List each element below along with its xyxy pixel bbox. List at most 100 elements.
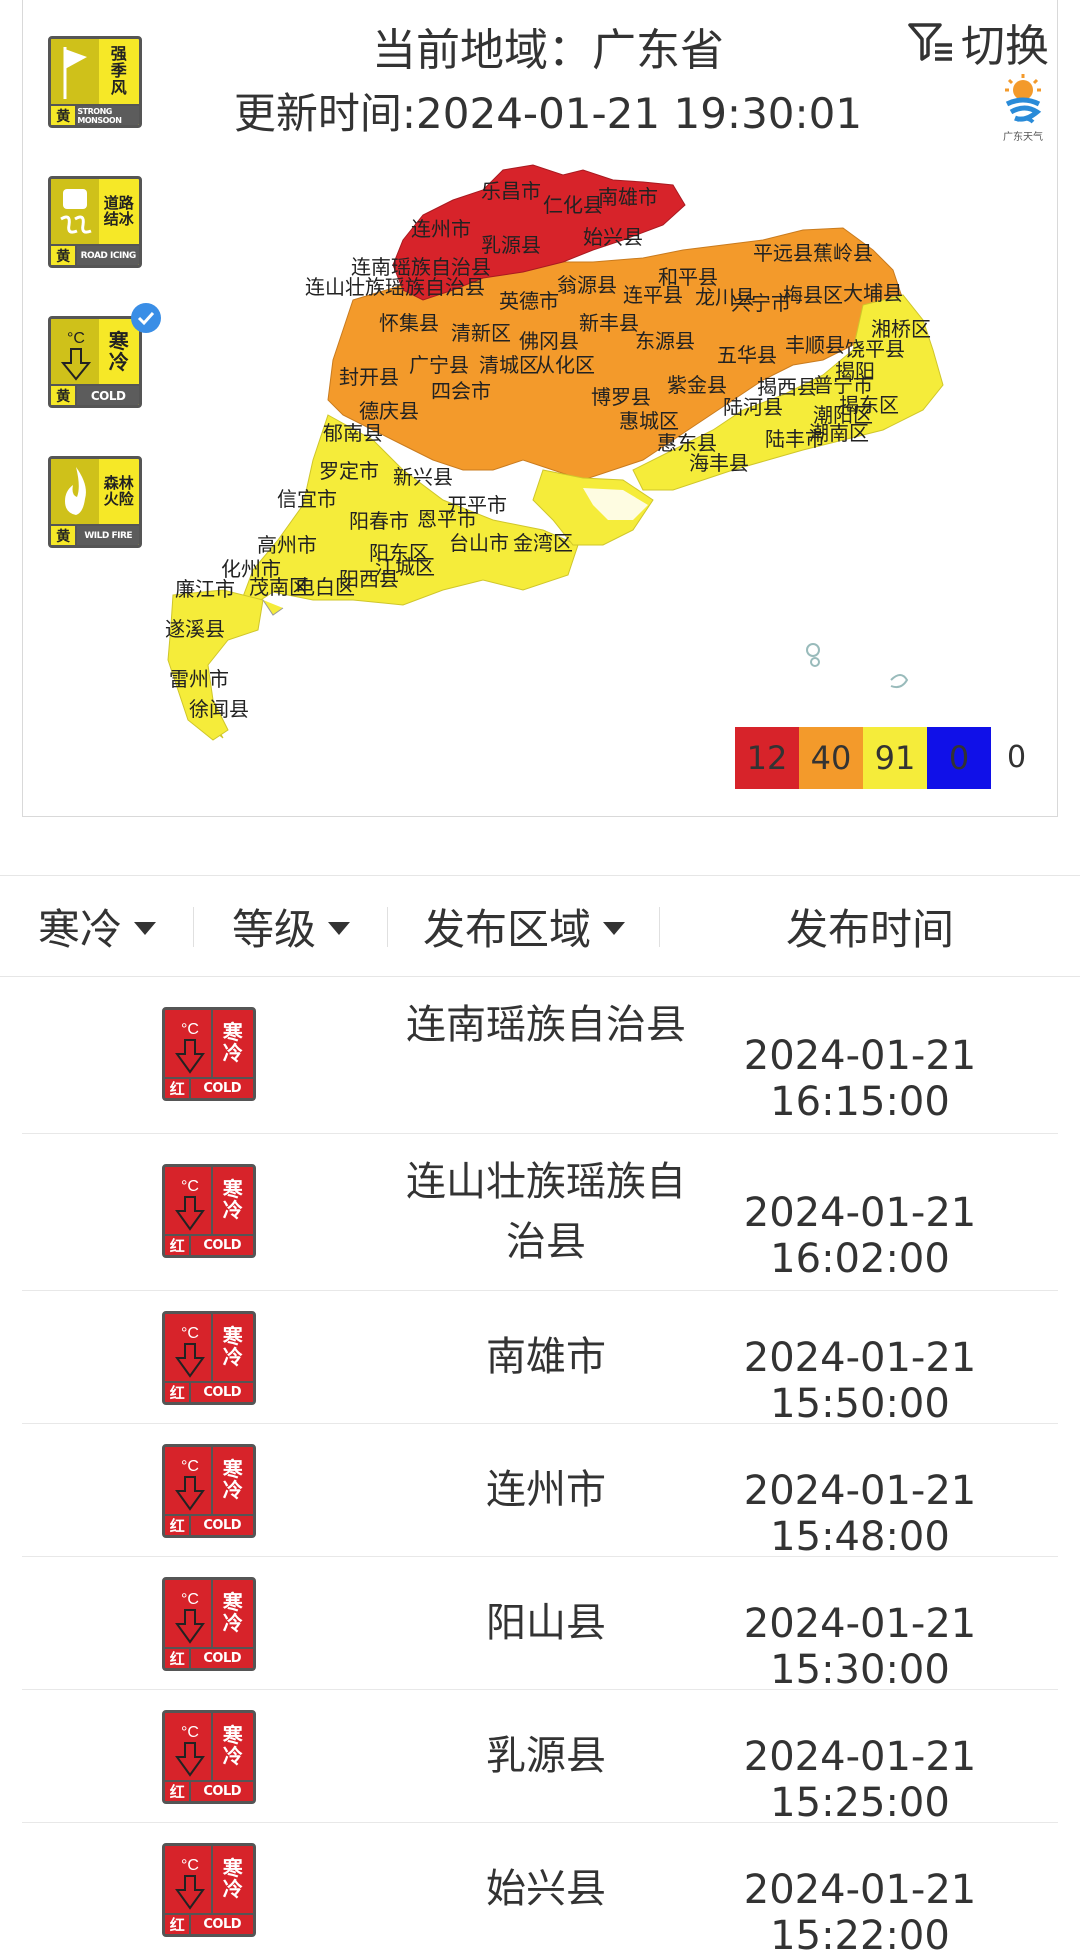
map-label: 德庆县 [359, 400, 419, 423]
svg-text:°C: °C [67, 330, 85, 347]
map-label: 廉江市 [175, 578, 235, 601]
map-label: 揭阳 [835, 360, 875, 383]
map-label: 惠城区 [619, 410, 679, 433]
warning-area: 连南瑶族自治县 [406, 1002, 686, 1048]
red-cold-warning-badge: °C 寒冷 红 COLD [162, 1710, 256, 1804]
temperature-down-icon: °C [165, 1314, 213, 1381]
warning-area: 连州市 [486, 1467, 606, 1513]
warning-time: 2024-01-21 15:25:00 [743, 1734, 977, 1826]
map-island [806, 643, 820, 657]
map-label: 连山壮族瑶族自治县 [305, 276, 485, 299]
temperature-down-icon: °C [165, 1010, 213, 1077]
red-cold-warning-badge: °C 寒冷 红 COLD [162, 1444, 256, 1538]
warning-time: 2024-01-21 15:30:00 [743, 1601, 977, 1693]
warning-time: 2024-01-21 15:22:00 [743, 1867, 977, 1959]
warning-area: 始兴县 [486, 1866, 606, 1912]
map-label: 丰顺县 [785, 334, 845, 357]
map-label: 乐昌市 [481, 180, 541, 203]
warning-time: 2024-01-21 15:48:00 [743, 1468, 977, 1560]
warning-row[interactable]: °C 寒冷 红 COLD 连山壮族瑶族自治县 2024-01-21 16:02:0… [22, 1134, 1058, 1291]
red-cold-warning-badge: °C 寒冷 红 COLD [162, 1843, 256, 1937]
map-label: 兴宁市 [731, 292, 791, 315]
cold-warning-icon[interactable]: °C 寒冷 黄 COLD [48, 303, 161, 410]
warning-area: 南雄市 [486, 1334, 606, 1380]
map-label: 仁化县 [543, 194, 603, 217]
map-label: 信宜市 [277, 488, 337, 511]
publish-time-header: 发布时间 [660, 875, 1080, 977]
warning-row[interactable]: °C 寒冷 红 COLD 乳源县 2024-01-21 15:25:00 [22, 1690, 1058, 1826]
dropdown-arrow-icon [328, 921, 350, 935]
level-filter[interactable]: 等级 [194, 875, 388, 977]
map-label: 连州市 [411, 218, 471, 241]
warning-type-filter[interactable]: 寒冷 [0, 875, 194, 977]
map-label: 湘桥区 [871, 318, 931, 341]
map-label: 台山市 [449, 532, 509, 555]
map-label: 揭西县 [757, 376, 817, 399]
map-label: 乳源县 [481, 234, 541, 257]
warning-map-card: 当前地域：广东省 更新时间:2024-01-21 19:30:01 切换 广东天… [22, 0, 1058, 817]
map-label: 罗定市 [319, 460, 379, 483]
map-label: 蕉岭县 [813, 242, 873, 265]
map-island [890, 674, 909, 689]
warning-time: 2024-01-21 16:15:00 [743, 1033, 977, 1125]
red-cold-warning-badge: °C 寒冷 红 COLD [162, 1164, 256, 1258]
red-cold-warning-badge: °C 寒冷 红 COLD [162, 1311, 256, 1405]
warning-time: 2024-01-21 15:50:00 [743, 1335, 977, 1427]
warning-row[interactable]: °C 寒冷 红 COLD 南雄市 2024-01-21 15:50:00 [22, 1291, 1058, 1427]
selected-check-icon [131, 303, 161, 333]
legend-extra-count: 0 [1007, 740, 1027, 775]
map-label: 徐闻县 [189, 698, 249, 721]
map-label: 金湾区 [513, 532, 573, 555]
map-label: 英德市 [499, 290, 559, 313]
warning-time: 2024-01-21 16:02:00 [743, 1190, 977, 1282]
map-label: 潮南区 [809, 422, 869, 445]
map-label: 雷州市 [169, 668, 229, 691]
svg-text:°C: °C [181, 1591, 199, 1608]
region-filter[interactable]: 发布区域 [388, 875, 660, 977]
warning-area: 阳山县 [486, 1600, 606, 1646]
warning-row[interactable]: °C 寒冷 红 COLD 连南瑶族自治县 2024-01-21 16:15:00 [22, 977, 1058, 1134]
red-cold-warning-badge: °C 寒冷 红 COLD [162, 1007, 256, 1101]
svg-text:°C: °C [181, 1458, 199, 1475]
map-label: 揭东区 [839, 394, 899, 417]
legend-orange-count: 40 [799, 727, 863, 789]
svg-text:°C: °C [181, 1021, 199, 1038]
svg-text:°C: °C [181, 1178, 199, 1195]
map-island [262, 599, 284, 616]
map-label: 郁南县 [323, 422, 383, 445]
map-label: 大埔县 [843, 282, 903, 305]
map-label: 连平县 [623, 284, 683, 307]
dropdown-arrow-icon [134, 921, 156, 935]
warning-row[interactable]: °C 寒冷 红 COLD 阳山县 2024-01-21 15:30:00 [22, 1557, 1058, 1693]
flag-icon [51, 39, 99, 105]
map-label: 连南瑶族自治县 [351, 256, 491, 279]
level-filter-label: 等级 [231, 904, 316, 954]
map-label: 高州市 [257, 534, 317, 557]
warning-type-filter-label: 寒冷 [37, 904, 122, 954]
legend-blue-count: 0 [927, 727, 991, 789]
map-label: 清城区 [479, 354, 539, 377]
car-skid-icon [51, 179, 99, 245]
map-label: 江城区 [375, 556, 435, 579]
map-label: 清新区 [451, 322, 511, 345]
warning-row[interactable]: °C 寒冷 红 COLD 连州市 2024-01-21 15:48:00 [22, 1424, 1058, 1560]
temperature-down-icon: °C [165, 1846, 213, 1913]
temperature-down-icon: °C [51, 319, 99, 385]
map-label: 遂溪县 [165, 618, 225, 641]
road-icing-warning-icon[interactable]: 道路 结冰 黄 ROAD ICING [48, 176, 144, 270]
temperature-down-icon: °C [165, 1167, 213, 1234]
strong-monsoon-warning-icon[interactable]: 强季风 黄 STRONG MONSOON [48, 36, 144, 130]
red-cold-warning-badge: °C 寒冷 红 COLD [162, 1577, 256, 1671]
map-label: 四会市 [431, 380, 491, 403]
warning-row[interactable]: °C 寒冷 红 COLD 始兴县 2024-01-21 15:22:00 [22, 1823, 1058, 1959]
map-label: 始兴县 [583, 226, 643, 249]
wild-fire-warning-icon[interactable]: 森林 火险 黄 WILD FIRE [48, 456, 144, 550]
legend-red-count: 12 [735, 727, 799, 789]
map-label: 佛冈县 [519, 330, 579, 353]
map-label: 陆河县 [723, 396, 783, 419]
publish-time-header-label: 发布时间 [785, 904, 954, 954]
fire-icon [51, 459, 99, 525]
map-label: 南雄市 [598, 186, 658, 209]
map-label: 博罗县 [591, 386, 651, 409]
svg-text:°C: °C [181, 1857, 199, 1874]
